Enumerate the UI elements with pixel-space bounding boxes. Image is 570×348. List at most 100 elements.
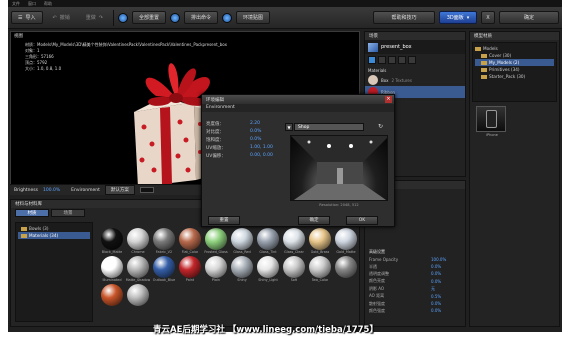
reset-scene-button[interactable]: 全部重置 [131,11,166,24]
material-name: Outlook_Blue [152,278,176,282]
confirm-button[interactable]: 确定 [499,11,559,24]
scene-material-box[interactable]: Box 2 Textures [365,74,465,86]
material-swatch[interactable]: Shiny_Light [255,256,281,283]
help-tips-button[interactable]: 帮助和技巧 [373,11,435,24]
dialog-confirm-button[interactable]: 确定 [298,216,330,225]
material-swatch[interactable]: Gold_Matte [333,228,359,255]
row-value[interactable]: 0.0% [250,129,286,135]
row-value[interactable]: 2.20 [250,121,286,127]
camera-icon[interactable] [398,56,406,64]
row-label: UV缩放： [206,146,226,151]
material-swatch[interactable]: Illuminated [99,256,125,283]
property-row[interactable]: 散射强度 0.0% [365,300,465,307]
material-swatch[interactable]: Shiny [229,256,255,283]
dialog-row-uv-offset: UV偏移： 0.00, 0.00 [206,153,286,159]
dialog-ok-button[interactable]: OK [346,216,378,225]
tab-scenes[interactable]: 场景 [51,209,85,217]
tree-item-cover[interactable]: Cover (30) [475,52,554,59]
row-value[interactable]: 0.00, 0.00 [250,153,286,159]
environment-menu-button[interactable]: ▼ [285,123,293,131]
tree-item-my-models[interactable]: My_Models (2) [475,59,554,66]
dialog-reset-button[interactable]: 重置 [208,216,240,225]
environment-swatch[interactable] [139,187,154,193]
material-name: Plain [211,278,221,282]
tab-materials[interactable]: 材质 [15,209,49,217]
main-toolbar: ☰ 导入 ↶ 撤销 重做 ↷ 全部重置 排出命令 环境贴图 帮助和技巧 3D面板 ▾ X… [8,7,562,29]
material-swatch[interactable]: Frosted_Glass [203,228,229,255]
close-icon[interactable]: × [385,96,392,103]
material-swatch[interactable]: Black_Matte [99,228,125,255]
property-row[interactable] [365,233,465,240]
texture-icon[interactable] [408,56,416,64]
property-row[interactable]: Frame Opacity 100.0% [365,256,465,263]
menu-file[interactable]: 文件 [12,1,20,7]
close-panel-button[interactable]: X [481,11,495,24]
material-swatch[interactable]: Fabric_V2 [151,228,177,255]
material-swatch[interactable]: Glass_Tint [255,228,281,255]
environment-name-field[interactable]: Shop [294,123,364,131]
material-swatch[interactable]: Matte_Shadow [125,256,151,283]
material-name: Black_Matte [101,250,123,254]
material-swatch[interactable]: Gold_Brass [307,228,333,255]
tree-item-starter-pack[interactable]: Starter_Pack (30) [475,73,554,80]
model-preview-thumbnail[interactable]: iPhone [476,106,506,137]
material-swatch[interactable]: Soft [281,256,307,283]
property-row[interactable]: 透明度调整 0.0% [365,270,465,277]
dialog-title: 环境编辑 [206,98,224,103]
light-icon[interactable] [388,56,396,64]
tree-item-primitives[interactable]: Primitives (34) [475,66,554,73]
import-button[interactable]: ☰ 导入 [11,11,43,24]
material-swatch[interactable] [333,256,359,283]
mode-dropdown[interactable]: 3D面板 ▾ [439,11,477,24]
brightness-value[interactable]: 100.0% [43,188,60,193]
material-swatch[interactable]: Plain [203,256,229,283]
tree-item-label: Materials (34) [29,233,59,238]
tree-item-materials[interactable]: Materials (34) [18,232,90,239]
material-swatch[interactable]: Two_Color [307,256,333,283]
redo-button[interactable]: 重做 ↷ [80,11,109,24]
environment-map-button[interactable]: 环境贴图 [235,11,270,24]
material-swatch[interactable]: Flat_Color [177,228,203,255]
material-swatch[interactable]: Glass_Clear [281,228,307,255]
property-row[interactable] [365,241,465,248]
menu-window[interactable]: 窗口 [28,1,36,7]
materials-section-label: Materials [368,67,387,73]
material-swatch[interactable] [125,284,151,311]
geometry-icon[interactable] [378,56,386,64]
row-value[interactable]: 0.0% [250,137,286,143]
material-swatch[interactable]: Paint [177,256,203,283]
material-swatch[interactable]: Glass_Red [229,228,255,255]
environment-select[interactable]: 默认方案 [104,185,135,195]
render-command-icon[interactable] [169,12,180,23]
property-row[interactable]: 颜色亮度 0.0% [365,278,465,285]
material-icon[interactable] [368,56,376,64]
material-thumbnail [368,75,378,85]
material-ball-icon [257,256,279,278]
property-row[interactable]: 半透 0.0% [365,263,465,270]
props-section-header: 高级设置 [369,248,385,254]
tree-item-bowls[interactable]: Bowls (3) [18,225,90,232]
render-command-button[interactable]: 排出命令 [183,11,218,24]
menu-help[interactable]: 帮助 [44,1,52,7]
undo-button[interactable]: ↶ 撤销 [47,11,76,24]
dialog-section: Environment [202,104,394,112]
property-label: 透明度调整 [369,270,389,276]
material-ball-icon [127,284,149,306]
material-swatch[interactable]: Outlook_Blue [151,256,177,283]
material-swatch[interactable] [99,284,125,311]
property-row[interactable]: 颜色强度 0.0% [365,307,465,314]
material-swatch[interactable]: Chrome [125,228,151,255]
row-value[interactable]: 1.00, 1.00 [250,145,286,151]
scene-object-row[interactable]: present_box [365,40,465,54]
property-label: 散射强度 [369,300,385,306]
refresh-icon[interactable]: ↻ [378,123,383,130]
environment-map-icon[interactable] [221,12,232,23]
property-row[interactable] [365,226,465,233]
material-name: Matte_Shadow [125,278,151,282]
material-ball-icon [153,256,175,278]
room-preview-graphic [291,136,387,200]
tree-item-models[interactable]: Models [475,45,554,52]
reset-scene-icon[interactable] [117,12,128,23]
property-row[interactable]: AO 距离 0.5% [365,292,465,299]
property-row[interactable]: 阴影 AO 无 [365,285,465,292]
